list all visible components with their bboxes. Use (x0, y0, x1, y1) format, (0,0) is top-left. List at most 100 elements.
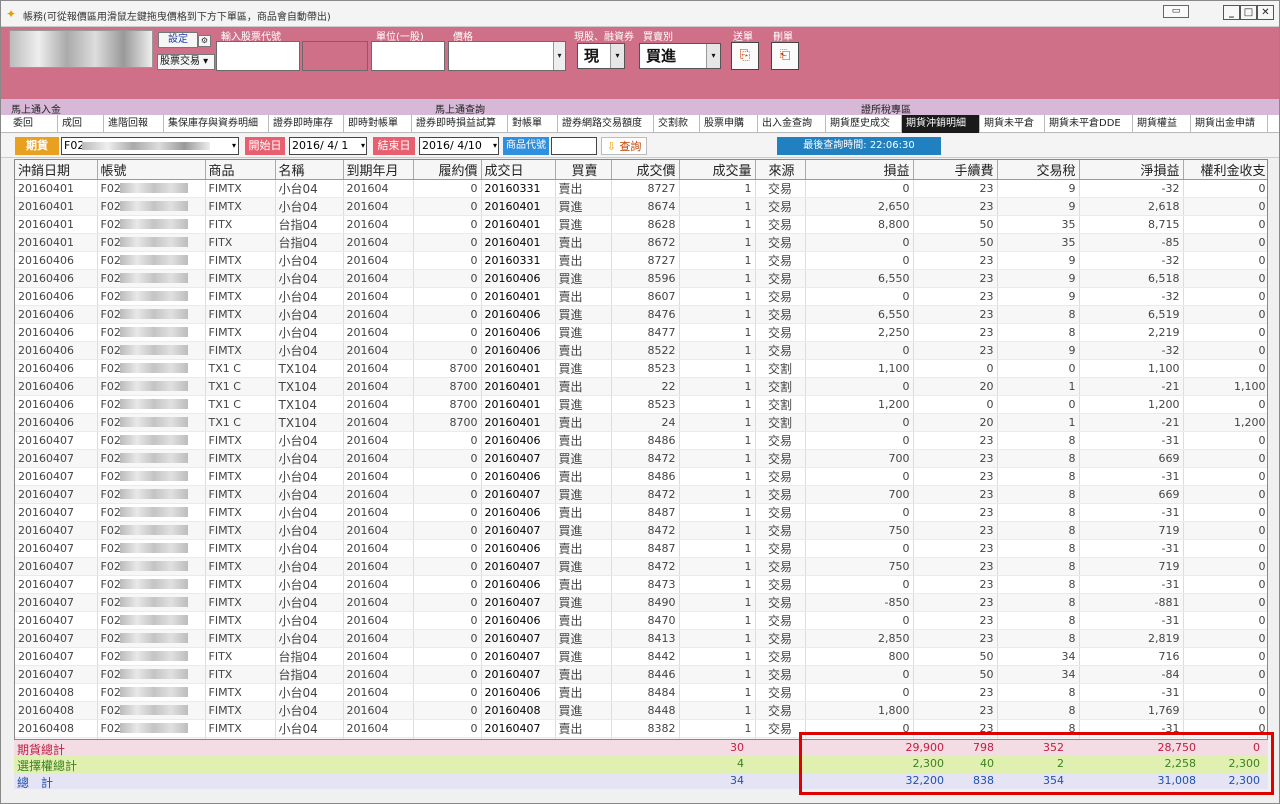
table-row[interactable]: 20160401 F02 FITX 台指04 201604 0 20160401 賣出 8672… (15, 233, 1267, 252)
table-cell: 23 (913, 503, 998, 522)
column-header[interactable]: 到期年月 (343, 160, 414, 180)
table-row[interactable]: 20160407 F02 FIMTX 小台04 201604 0 20160406 賣出 848… (15, 467, 1267, 486)
tab-futures-open-dde[interactable]: 期貨未平倉DDE (1045, 115, 1133, 133)
table-row[interactable]: 20160406 F02 TX1 C TX104 201604 8700 20160401 賣… (15, 377, 1267, 396)
column-header[interactable]: 交易稅 (997, 160, 1080, 180)
tab-futures-history[interactable]: 期貨歷史成交 (826, 115, 902, 133)
side-select[interactable]: 買進 ▾ (639, 43, 721, 69)
table-cell: 20160407 (481, 647, 556, 666)
product-code-label: 商品代號 (503, 137, 549, 155)
table-row[interactable]: 20160406 F02 FIMTX 小台04 201604 0 20160406 買進 859… (15, 269, 1267, 288)
table-row[interactable]: 20160406 F02 FIMTX 小台04 201604 0 20160406 買進 847… (15, 305, 1267, 324)
category-tax[interactable]: 證所稅專區 (861, 101, 911, 116)
set-button[interactable]: 設定 (158, 32, 198, 48)
table-row[interactable]: 20160406 F02 FIMTX 小台04 201604 0 20160406 賣出 852… (15, 341, 1267, 360)
tab-stock-inventory[interactable]: 證券即時庫存 (269, 115, 344, 133)
column-header[interactable]: 權利金收支 (1183, 160, 1267, 180)
table-row[interactable]: 20160401 F02 FITX 台指04 201604 0 20160401 買進 8628… (15, 215, 1267, 234)
table-cell: 1 (679, 629, 756, 648)
table-row[interactable]: 20160408 F02 FIMTX 小台04 201604 0 20160408 買進 844… (15, 701, 1267, 720)
account-select[interactable]: F02 ▾ (61, 137, 239, 155)
tab-trade-reply[interactable]: 成回 (58, 115, 104, 133)
tab-statement[interactable]: 對帳單 (508, 115, 558, 133)
tab-stock-pnl[interactable]: 證券即時損益試算 (412, 115, 508, 133)
table-row[interactable]: 20160407 F02 FIMTX 小台04 201604 0 20160407 買進 847… (15, 521, 1267, 540)
table-cell: F02 (97, 629, 206, 648)
table-row[interactable]: 20160407 F02 FIMTX 小台04 201604 0 20160407 買進 847… (15, 449, 1267, 468)
table-cell: F02 (97, 467, 206, 486)
column-header[interactable]: 成交量 (679, 160, 756, 180)
column-header[interactable]: 成交價 (611, 160, 680, 180)
table-row[interactable]: 20160407 F02 FIMTX 小台04 201604 0 20160407 買進 847… (15, 557, 1267, 576)
table-row[interactable]: 20160406 F02 FIMTX 小台04 201604 0 20160331 賣出 872… (15, 251, 1267, 270)
futures-button[interactable]: 期貨 (15, 137, 59, 155)
table-row[interactable]: 20160406 F02 FIMTX 小台04 201604 0 20160406 買進 847… (15, 323, 1267, 342)
maximize-button[interactable]: □ (1240, 5, 1257, 20)
column-header[interactable]: 淨損益 (1079, 160, 1184, 180)
column-header[interactable]: 帳號 (97, 160, 206, 180)
table-cell: 20160406 (15, 251, 98, 270)
end-date-picker[interactable]: 2016/ 4/10 ▾ (419, 137, 499, 155)
settings-icon[interactable]: ⚙ (198, 35, 211, 47)
table-row[interactable]: 20160407 F02 FITX 台指04 201604 0 20160407 賣出 8446… (15, 665, 1267, 684)
tab-funds-query[interactable]: 出入金查詢 (758, 115, 826, 133)
column-header[interactable]: 損益 (805, 160, 914, 180)
dock-icon[interactable]: ▭ (1163, 5, 1189, 18)
table-row[interactable]: 20160407 F02 FIMTX 小台04 201604 0 20160406 賣出 847… (15, 611, 1267, 630)
close-button[interactable]: ✕ (1257, 5, 1274, 20)
column-header[interactable]: 手續費 (913, 160, 998, 180)
tab-futures-open[interactable]: 期貨未平倉 (980, 115, 1045, 133)
tab-futures-offset[interactable]: 期貨沖銷明細 (902, 115, 980, 133)
column-header[interactable]: 商品 (205, 160, 276, 180)
table-row[interactable]: 20160408 F02 FIMTX 小台04 201604 0 20160406 賣出 848… (15, 683, 1267, 702)
column-header[interactable]: 履約價 (413, 160, 482, 180)
tab-ipo[interactable]: 股票申購 (700, 115, 758, 133)
category-query[interactable]: 馬上通查詢 (435, 101, 485, 116)
tab-statement-realtime[interactable]: 即時對帳單 (344, 115, 412, 133)
table-row[interactable]: 20160407 F02 FIMTX 小台04 201604 0 20160406 賣出 848… (15, 431, 1267, 450)
minimize-button[interactable]: _ (1223, 5, 1240, 20)
table-cell: 0 (1183, 485, 1267, 504)
delete-order-button[interactable]: ⎗ (771, 42, 799, 70)
table-cell: 8 (997, 629, 1080, 648)
trade-type-select[interactable]: 股票交易 ▾ (157, 54, 215, 70)
table-row[interactable]: 20160406 F02 TX1 C TX104 201604 8700 20160401 賣… (15, 413, 1267, 432)
table-cell: -32 (1079, 341, 1184, 360)
table-row[interactable]: 20160407 F02 FITX 台指04 201604 0 20160407 買進 8442… (15, 647, 1267, 666)
column-header[interactable]: 買賣 (555, 160, 612, 180)
column-header[interactable]: 沖銷日期 (15, 160, 98, 180)
tab-settlement[interactable]: 交割款 (654, 115, 700, 133)
start-date-picker[interactable]: 2016/ 4/ 1 ▾ (289, 137, 367, 155)
table-row[interactable]: 20160407 F02 FIMTX 小台04 201604 0 20160406 賣出 847… (15, 575, 1267, 594)
table-row[interactable]: 20160401 F02 FIMTX 小台04 201604 0 20160401 買進 867… (15, 197, 1267, 216)
query-button[interactable]: ⇩ 查詢 (601, 137, 647, 155)
tab-futures-equity[interactable]: 期貨權益 (1133, 115, 1191, 133)
product-code-input[interactable] (551, 137, 597, 155)
send-order-button[interactable]: ⎘ (731, 42, 759, 70)
table-row[interactable]: 20160407 F02 FIMTX 小台04 201604 0 20160406 賣出 848… (15, 539, 1267, 558)
table-cell: 201604 (343, 449, 414, 468)
column-header[interactable]: 名稱 (275, 160, 344, 180)
column-header[interactable]: 來源 (755, 160, 806, 180)
tab-futures-withdraw[interactable]: 期貨出金申請 (1191, 115, 1268, 133)
unit-input[interactable] (371, 41, 445, 71)
price-input[interactable]: ▾ (448, 41, 566, 71)
tab-order-reply[interactable]: 委回 (9, 115, 58, 133)
tab-custody[interactable]: 集保庫存與資券明細 (164, 115, 269, 133)
category-deposit[interactable]: 馬上通入金 (11, 101, 61, 116)
table-cell: 20160407 (481, 485, 556, 504)
table-cell: 賣出 (555, 287, 612, 306)
table-row[interactable]: 20160407 F02 FIMTX 小台04 201604 0 20160407 買進 849… (15, 593, 1267, 612)
stock-code-input[interactable] (216, 41, 300, 71)
table-row[interactable]: 20160407 F02 FIMTX 小台04 201604 0 20160407 買進 841… (15, 629, 1267, 648)
column-header[interactable]: 成交日 (481, 160, 556, 180)
tab-credit-limit[interactable]: 證券網路交易額度 (558, 115, 654, 133)
tab-advanced-reply[interactable]: 進階回報 (104, 115, 164, 133)
table-row[interactable]: 20160401 F02 FIMTX 小台04 201604 0 20160331 賣出 872… (15, 179, 1267, 198)
table-row[interactable]: 20160406 F02 FIMTX 小台04 201604 0 20160401 賣出 860… (15, 287, 1267, 306)
table-row[interactable]: 20160407 F02 FIMTX 小台04 201604 0 20160406 賣出 848… (15, 503, 1267, 522)
table-row[interactable]: 20160406 F02 TX1 C TX104 201604 8700 20160401 買… (15, 359, 1267, 378)
cash-select[interactable]: 現 ▾ (577, 43, 625, 69)
table-row[interactable]: 20160406 F02 TX1 C TX104 201604 8700 20160401 買… (15, 395, 1267, 414)
table-row[interactable]: 20160407 F02 FIMTX 小台04 201604 0 20160407 買進 847… (15, 485, 1267, 504)
